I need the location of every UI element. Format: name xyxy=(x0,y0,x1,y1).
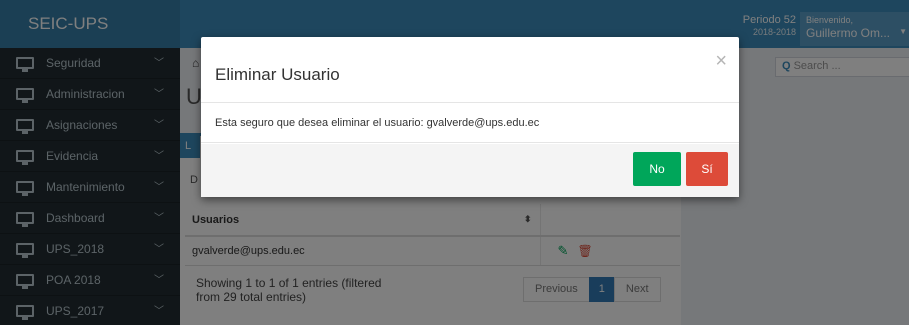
close-icon[interactable]: × xyxy=(715,51,727,71)
modal-title: Eliminar Usuario xyxy=(215,65,340,84)
delete-user-modal: Eliminar Usuario × Esta seguro que desea… xyxy=(201,37,739,197)
modal-footer: No Sí xyxy=(201,144,739,197)
modal-header: Eliminar Usuario × xyxy=(201,37,739,103)
no-button[interactable]: No xyxy=(633,152,681,186)
modal-message: Esta seguro que desea eliminar el usuari… xyxy=(201,103,739,143)
yes-button[interactable]: Sí xyxy=(686,152,728,186)
